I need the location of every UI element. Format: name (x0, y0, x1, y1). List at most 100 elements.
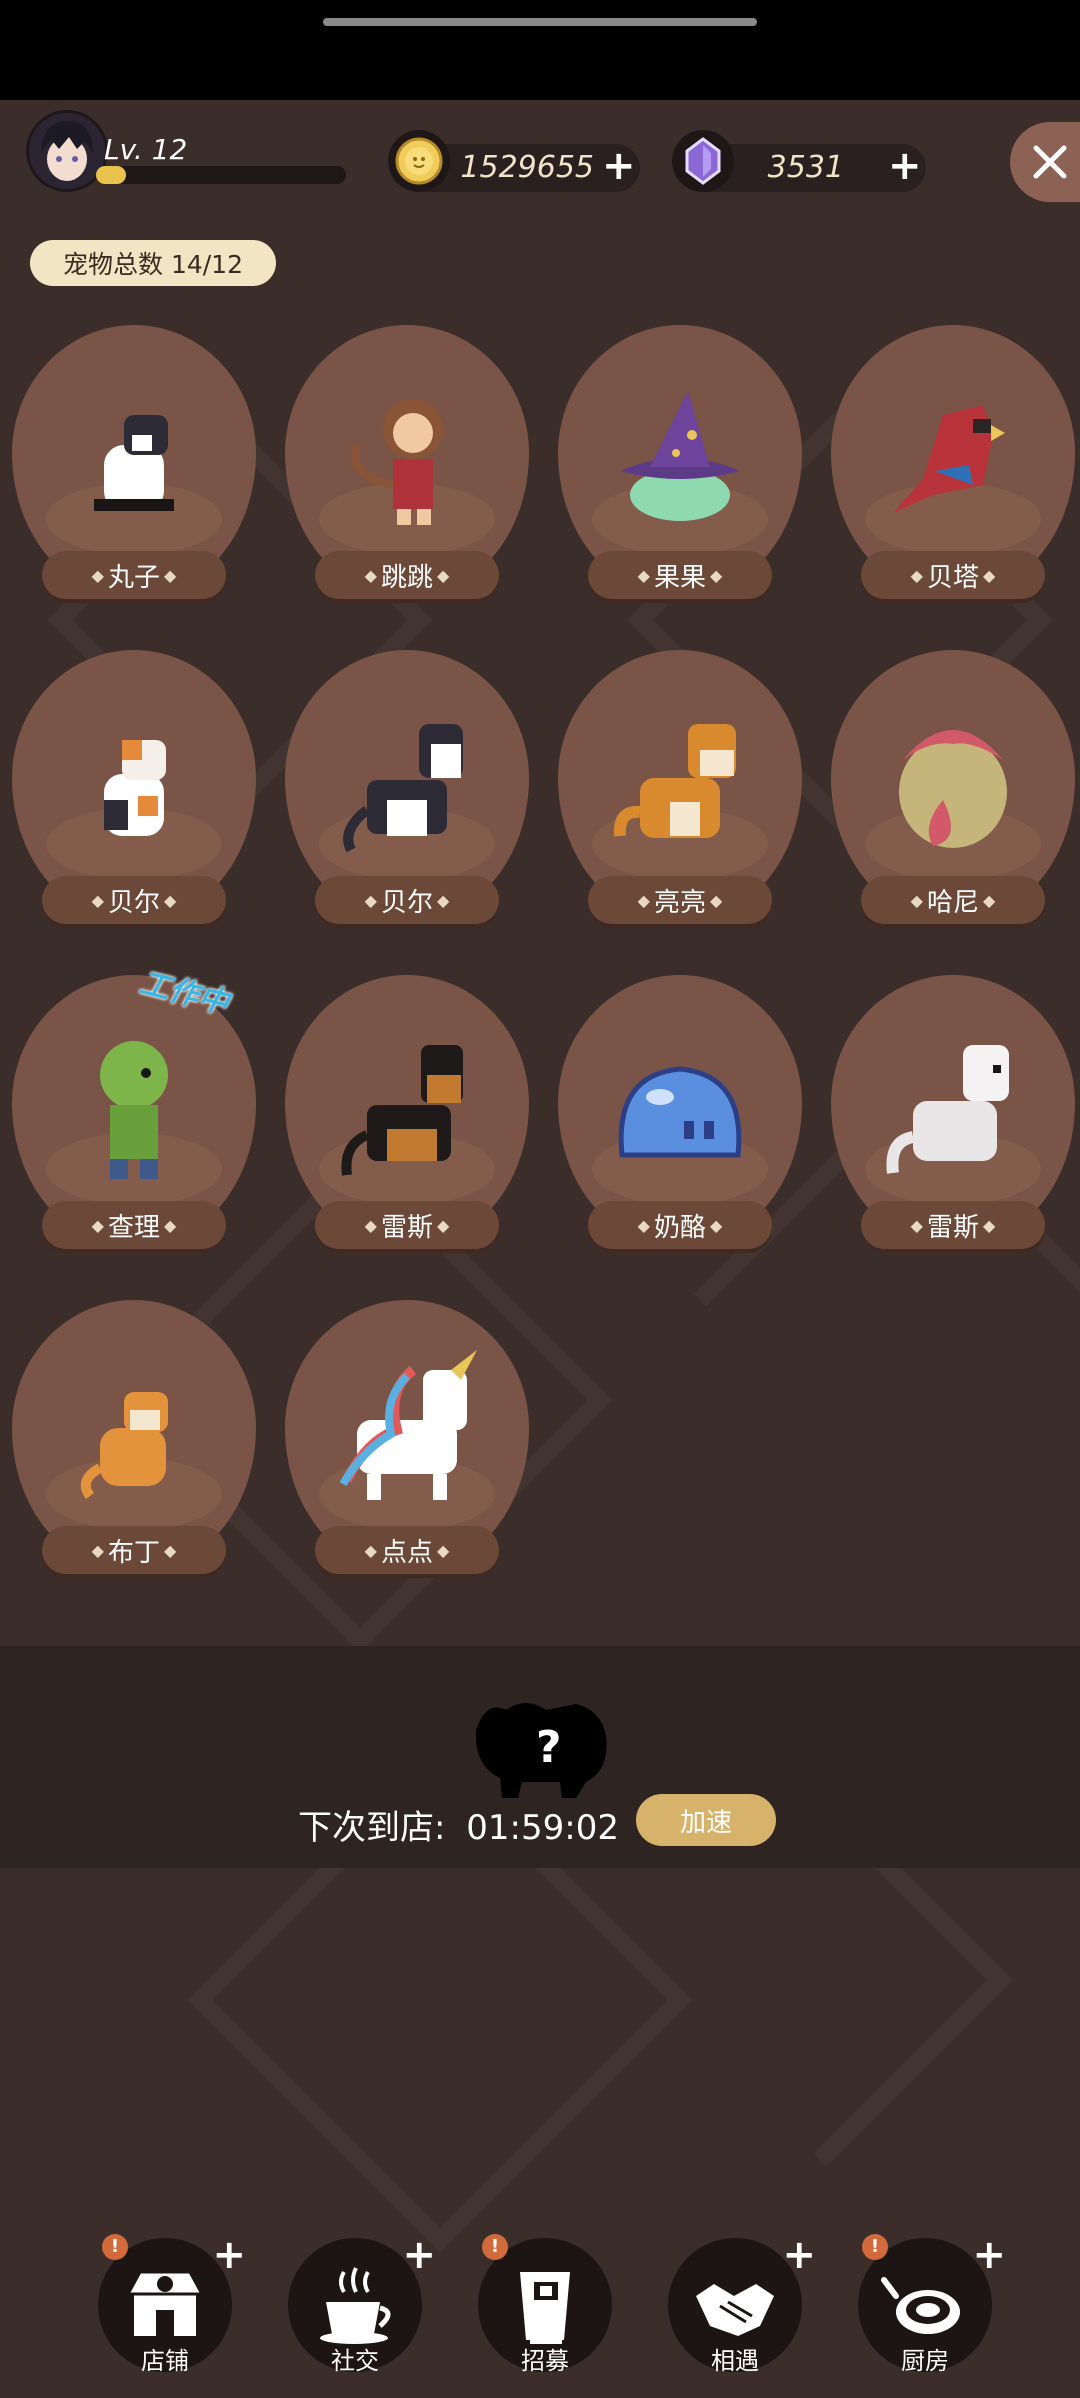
pet-card[interactable]: ◆ 跳跳 ◆ (285, 325, 529, 605)
pet-count-badge: 宠物总数 14/12 (30, 240, 276, 286)
pet-card[interactable]: ◆ 果果 ◆ (558, 325, 802, 605)
ornament-icon: ◆ (364, 1540, 377, 1560)
black-white-cat-icon (94, 415, 174, 511)
coin-icon (388, 130, 450, 192)
white-dog-icon (886, 1045, 1009, 1174)
ornament-icon: ◆ (91, 1215, 104, 1235)
ornament-icon: ◆ (437, 1540, 450, 1560)
player-avatar[interactable] (26, 110, 108, 192)
ornament-icon: ◆ (910, 1215, 923, 1235)
pet-card[interactable]: ◆ 丸子 ◆ (12, 325, 256, 605)
ornament-icon: ◆ (91, 890, 104, 910)
pet-card[interactable]: ◆ 亮亮 ◆ (558, 650, 802, 930)
ornament-icon: ◆ (164, 890, 177, 910)
gem-icon (672, 130, 734, 192)
plus-icon: + (212, 2232, 246, 2278)
pet-card[interactable]: ◆ 雷斯 ◆ (831, 975, 1075, 1255)
pet-name: 雷斯 (926, 1212, 979, 1243)
husky-icon (343, 724, 463, 853)
alert-icon: ! (862, 2234, 888, 2260)
pet-name: 奶酪 (653, 1212, 706, 1243)
german-shepherd-icon (341, 1045, 463, 1176)
ornament-icon: ◆ (164, 565, 177, 585)
ornament-icon: ◆ (164, 1540, 177, 1560)
pet-name-plate: ◆ 雷斯 ◆ (861, 1201, 1045, 1249)
ornament-icon: ◆ (364, 565, 377, 585)
pet-name: 查理 (107, 1212, 160, 1243)
ornament-icon: ◆ (164, 1215, 177, 1235)
frying-pan-icon (881, 2277, 960, 2334)
ornament-icon: ◆ (710, 565, 723, 585)
pet-name-plate: ◆ 丸子 ◆ (42, 551, 226, 599)
xp-bar (96, 166, 346, 184)
alert-icon: ! (102, 2234, 128, 2260)
mystery-pet-silhouette-icon: ? (475, 1703, 607, 1798)
pet-name: 果果 (653, 562, 706, 593)
red-parrot-icon (893, 405, 1005, 513)
pet-name-plate: ◆ 查理 ◆ (42, 1201, 226, 1249)
ornament-icon: ◆ (91, 1540, 104, 1560)
add-coins-button[interactable]: + (602, 146, 636, 186)
nav-item[interactable]: 相遇 + (668, 2232, 816, 2375)
coffee-cup-icon (320, 2267, 391, 2344)
ornament-icon: ◆ (437, 890, 450, 910)
close-icon (1033, 145, 1067, 179)
pet-name: 亮亮 (653, 887, 706, 918)
ornament-icon: ◆ (910, 890, 923, 910)
ornament-icon: ◆ (637, 1215, 650, 1235)
pet-card[interactable]: ◆ 奶酪 ◆ (558, 975, 802, 1255)
pet-card[interactable]: ◆ 贝尔 ◆ (12, 650, 256, 930)
ornament-icon: ◆ (710, 890, 723, 910)
pet-name-plate: ◆ 亮亮 ◆ (588, 876, 772, 924)
pet-name: 贝塔 (926, 562, 979, 593)
calico-cat-icon (104, 740, 166, 836)
xp-bar-fill (96, 166, 126, 184)
ornament-icon: ◆ (637, 565, 650, 585)
speed-up-button[interactable]: 加速 (636, 1794, 776, 1846)
pet-name-plate: ◆ 贝尔 ◆ (42, 876, 226, 924)
pet-name-plate: ◆ 布丁 ◆ (42, 1526, 226, 1574)
handshake-icon (696, 2284, 774, 2336)
close-button[interactable] (1010, 122, 1080, 202)
pet-card[interactable]: ◆ 贝尔 ◆ (285, 650, 529, 930)
pet-card[interactable]: ◆ 布丁 ◆ (12, 1300, 256, 1580)
nav-label: 厨房 (901, 2347, 949, 2375)
plus-icon: + (402, 2232, 436, 2278)
gem-value: 3531 (767, 150, 844, 185)
ornament-icon: ◆ (437, 1215, 450, 1235)
goblin-icon (100, 1041, 168, 1179)
nav-item[interactable]: 招募! (478, 2234, 612, 2375)
coin-value: 1529655 (460, 150, 594, 185)
pet-card[interactable]: ◆ 雷斯 ◆ (285, 975, 529, 1255)
pet-name: 点点 (380, 1537, 433, 1568)
ornament-icon: ◆ (983, 1215, 996, 1235)
pet-name-plate: ◆ 点点 ◆ (315, 1526, 499, 1574)
shell-creature-icon (899, 730, 1007, 848)
pet-name-plate: ◆ 雷斯 ◆ (315, 1201, 499, 1249)
pet-name-plate: ◆ 贝尔 ◆ (315, 876, 499, 924)
nav-label: 店铺 (141, 2347, 189, 2375)
level-label: Lv. 12 (104, 133, 188, 166)
door-icon (520, 2272, 570, 2344)
pet-card[interactable]: ◆ 哈尼 ◆ (831, 650, 1075, 930)
pet-name-plate: ◆ 果果 ◆ (588, 551, 772, 599)
pet-name: 跳跳 (380, 562, 433, 593)
nav-item[interactable]: 厨房 +! (858, 2232, 1006, 2375)
pet-name: 贝尔 (107, 887, 160, 918)
status-bar (0, 0, 1080, 100)
pet-name: 布丁 (107, 1537, 160, 1568)
unicorn-icon (339, 1350, 477, 1500)
pet-card[interactable]: ◆ 贝塔 ◆ (831, 325, 1075, 605)
top-handle (323, 18, 757, 26)
pet-card[interactable]: ◆ 点点 ◆ (285, 1300, 529, 1580)
nav-item[interactable]: 店铺 +! (98, 2232, 246, 2375)
add-gems-button[interactable]: + (888, 146, 922, 186)
ornament-icon: ◆ (437, 565, 450, 585)
blue-slime-icon (618, 1066, 742, 1158)
shiba-icon (613, 724, 736, 838)
ornament-icon: ◆ (910, 565, 923, 585)
nav-item[interactable]: 社交 + (288, 2232, 436, 2375)
pet-name-plate: ◆ 跳跳 ◆ (315, 551, 499, 599)
wizard-hat-slime-icon (620, 391, 740, 521)
ornament-icon: ◆ (710, 1215, 723, 1235)
